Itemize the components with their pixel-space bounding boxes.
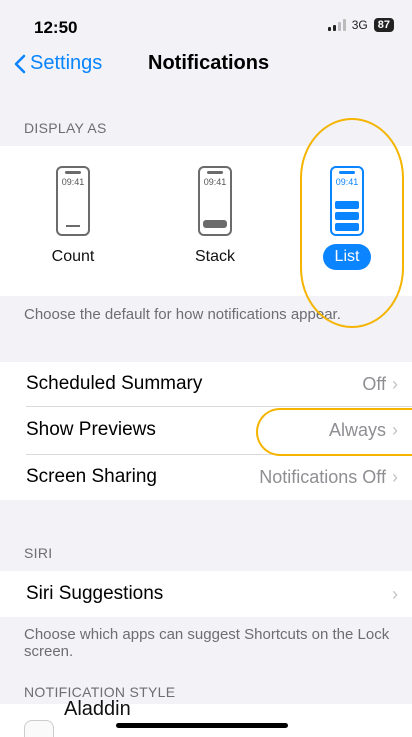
chevron-left-icon — [14, 54, 26, 73]
row-label: Siri Suggestions — [26, 583, 164, 604]
back-button[interactable]: Settings — [14, 52, 102, 75]
row-label: Scheduled Summary — [26, 373, 203, 394]
display-option-list[interactable]: 09:41 List — [302, 166, 392, 270]
status-time: 12:50 — [34, 18, 78, 37]
status-bar: 12:50 3G 87 — [0, 0, 412, 48]
siri-footer: Choose which apps can suggest Shortcuts … — [24, 626, 390, 660]
row-value: Notifications Off — [259, 466, 386, 487]
chevron-right-icon: › — [392, 373, 398, 394]
signal-icon — [327, 19, 346, 31]
home-indicator — [116, 723, 288, 728]
siri-list: Siri Suggestions › — [0, 571, 412, 617]
siri-header: SIRI — [24, 545, 53, 561]
app-name[interactable]: Aladdin — [64, 698, 131, 721]
row-label: Show Previews — [26, 419, 156, 440]
battery-icon: 87 — [373, 18, 394, 32]
display-as-header: DISPLAY AS — [24, 120, 107, 136]
row-value: Off — [362, 373, 386, 394]
chevron-right-icon: › — [392, 419, 398, 440]
app-list: Aladdin — [0, 698, 412, 737]
row-value: Always — [328, 419, 386, 440]
option-label-selected: List — [322, 244, 372, 270]
stack-phone-icon: 09:41 — [198, 166, 232, 236]
nav-bar: Settings Notifications — [0, 48, 412, 88]
row-siri-suggestions[interactable]: Siri Suggestions › — [0, 571, 412, 617]
page-title: Notifications — [148, 52, 270, 74]
phone-clock: 09:41 — [61, 177, 85, 187]
status-indicators: 3G 87 — [327, 18, 394, 32]
display-option-stack[interactable]: 09:41 Stack — [170, 166, 260, 266]
phone-clock: 09:41 — [203, 177, 227, 187]
option-label: Stack — [194, 248, 235, 265]
chevron-right-icon: › — [392, 466, 398, 487]
app-icon — [24, 720, 54, 737]
network-type: 3G — [351, 18, 368, 32]
row-label: Screen Sharing — [26, 466, 157, 487]
back-label: Settings — [30, 52, 103, 74]
row-show-previews[interactable]: Show Previews Always › — [0, 406, 412, 454]
option-label: Count — [51, 248, 95, 265]
count-phone-icon: 09:41 — [56, 166, 90, 236]
phone-clock: 09:41 — [335, 177, 359, 187]
list-phone-icon: 09:41 — [330, 166, 364, 236]
display-as-footer: Choose the default for how notifications… — [24, 306, 341, 323]
row-screen-sharing[interactable]: Screen Sharing Notifications Off › — [0, 454, 412, 500]
chevron-right-icon: › — [392, 583, 398, 604]
row-scheduled-summary[interactable]: Scheduled Summary Off › — [0, 362, 412, 406]
display-as-picker: 09:41 Count 09:41 Stack 09:41 List — [0, 146, 412, 296]
display-option-count[interactable]: 09:41 Count — [28, 166, 118, 266]
settings-list: Scheduled Summary Off › Show Previews Al… — [0, 362, 412, 500]
